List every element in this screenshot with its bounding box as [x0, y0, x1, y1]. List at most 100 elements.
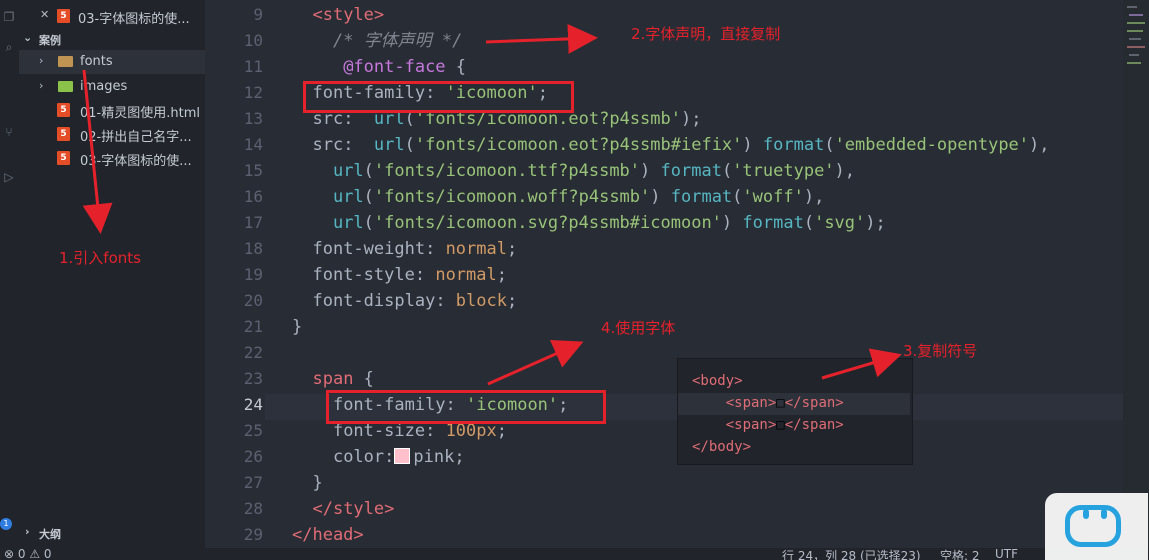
files-icon[interactable]: ❐: [2, 10, 16, 24]
code-line[interactable]: /* 字体声明 */: [292, 28, 462, 54]
code-token: span: [312, 369, 354, 389]
code-token: font-weight: [312, 239, 426, 259]
line-number: 24: [243, 395, 263, 414]
source-control-icon[interactable]: ⑂: [2, 125, 16, 139]
highlight-box-font-family-usage: [326, 390, 606, 424]
tree-item-label: 03-字体图标的使...: [80, 154, 192, 169]
code-line[interactable]: url('fonts/icomoon.svg?p4ssmb#icomoon') …: [292, 210, 886, 236]
code-token: (: [363, 213, 374, 233]
folder-icon: [58, 81, 73, 92]
html-file-icon: 5: [57, 151, 70, 165]
code-token: <span>: [725, 395, 777, 411]
code-token: url: [332, 187, 364, 207]
highlight-box-font-family-declaration: [303, 81, 574, 113]
watermark-logo: [1045, 493, 1148, 560]
code-token: </style>: [312, 499, 395, 519]
code-token: normal: [445, 239, 507, 259]
line-number: 20: [243, 291, 263, 310]
code-token: 'fonts/icomoon.eot?p4ssmb#iefix': [414, 135, 743, 155]
code-token: }: [292, 317, 303, 337]
activity-bar: ❐ ⌕ ⑂ ▷ 1: [0, 0, 19, 548]
tree-item-images[interactable]: › images: [19, 75, 205, 99]
code-token: 'embedded-opentype': [834, 135, 1030, 155]
folder-section-header[interactable]: ⌄ 案例: [19, 28, 205, 50]
folder-icon: [58, 56, 73, 67]
code-line[interactable]: </style>: [292, 496, 394, 522]
code-token: <body>: [692, 373, 743, 389]
tree-item-html[interactable]: 5 03-字体图标的使...: [19, 146, 205, 170]
cursor-position[interactable]: 行 24，列 28 (已选择23): [782, 548, 921, 560]
code-line[interactable]: color: pink;: [292, 444, 465, 470]
outline-title: 大纲: [39, 528, 61, 541]
popup-line: <span>□</span>: [692, 414, 844, 436]
tree-item-html[interactable]: 5 01-精灵图使用.html: [19, 98, 205, 122]
code-token: ): [640, 161, 661, 181]
line-number: 15: [243, 161, 263, 180]
code-token: );: [865, 213, 886, 233]
tv-logo-icon: [1065, 505, 1121, 547]
code-token: 'fonts/icomoon.svg?p4ssmb#icomoon': [373, 213, 722, 233]
notification-badge: 1: [0, 518, 12, 530]
code-line[interactable]: @font-face {: [292, 54, 466, 80]
code-line[interactable]: font-style: normal;: [292, 262, 507, 288]
line-number: 21: [243, 317, 263, 336]
tree-item-html[interactable]: 5 02-拼出自己名字...: [19, 122, 205, 146]
debug-icon[interactable]: ▷: [2, 170, 16, 184]
code-line[interactable]: font-weight: normal;: [292, 236, 517, 262]
code-token: url: [373, 135, 405, 155]
code-line[interactable]: url('fonts/icomoon.woff?p4ssmb') format(…: [292, 184, 824, 210]
html-snippet-popup: <body> <span>□</span> <span>□</span> </bo…: [677, 358, 913, 465]
line-number: 12: [243, 83, 263, 102]
code-line[interactable]: span {: [292, 366, 374, 392]
code-token: format: [660, 161, 722, 181]
tree-item-fonts[interactable]: › fonts: [19, 50, 205, 74]
code-token: 'fonts/icomoon.woff?p4ssmb': [373, 187, 651, 207]
color-swatch[interactable]: [394, 448, 411, 464]
annotation-1: 1.引入fonts: [59, 249, 141, 267]
code-line[interactable]: </head>: [292, 522, 364, 548]
line-number: 11: [243, 57, 263, 76]
code-line[interactable]: }: [292, 314, 302, 340]
popup-line: <body>: [692, 370, 743, 392]
code-line[interactable]: url('fonts/icomoon.ttf?p4ssmb') format('…: [292, 158, 855, 184]
close-icon[interactable]: ✕: [40, 8, 49, 21]
line-number: 27: [243, 473, 263, 492]
open-editor-item[interactable]: ✕ 5 03-字体图标的使...: [19, 4, 205, 28]
code-token: (: [803, 213, 815, 233]
error-count[interactable]: ⊗ 0 ⚠ 0: [4, 548, 52, 560]
code-token: {: [445, 57, 467, 77]
code-token: {: [353, 369, 374, 389]
line-number: 19: [243, 265, 263, 284]
logo-eye: [1101, 509, 1107, 519]
popup-line: </body>: [692, 436, 751, 458]
outline-section-header[interactable]: › 大纲: [19, 522, 205, 544]
code-token: font-size: [332, 421, 426, 441]
code-line[interactable]: src: url('fonts/icomoon.eot?p4ssmb#iefix…: [292, 132, 1049, 158]
code-token: url: [332, 161, 364, 181]
code-line[interactable]: <style>: [292, 2, 384, 28]
code-token: );: [681, 109, 702, 129]
code-line[interactable]: font-display: block;: [292, 288, 517, 314]
line-number: 18: [243, 239, 263, 258]
code-line[interactable]: }: [292, 470, 322, 496]
code-token: </span>: [784, 417, 844, 433]
search-icon[interactable]: ⌕: [2, 40, 16, 54]
minimap[interactable]: [1123, 0, 1149, 548]
code-token: /* 字体声明 */: [332, 31, 463, 51]
annotation-2: 2.字体声明，直接复制: [631, 25, 781, 43]
code-token: src: [312, 135, 344, 155]
encoding[interactable]: UTF: [995, 548, 1018, 560]
tree-item-label: fonts: [80, 54, 113, 69]
indentation[interactable]: 空格: 2: [940, 548, 980, 560]
code-token: :: [343, 135, 374, 155]
code-token: (: [363, 161, 374, 181]
